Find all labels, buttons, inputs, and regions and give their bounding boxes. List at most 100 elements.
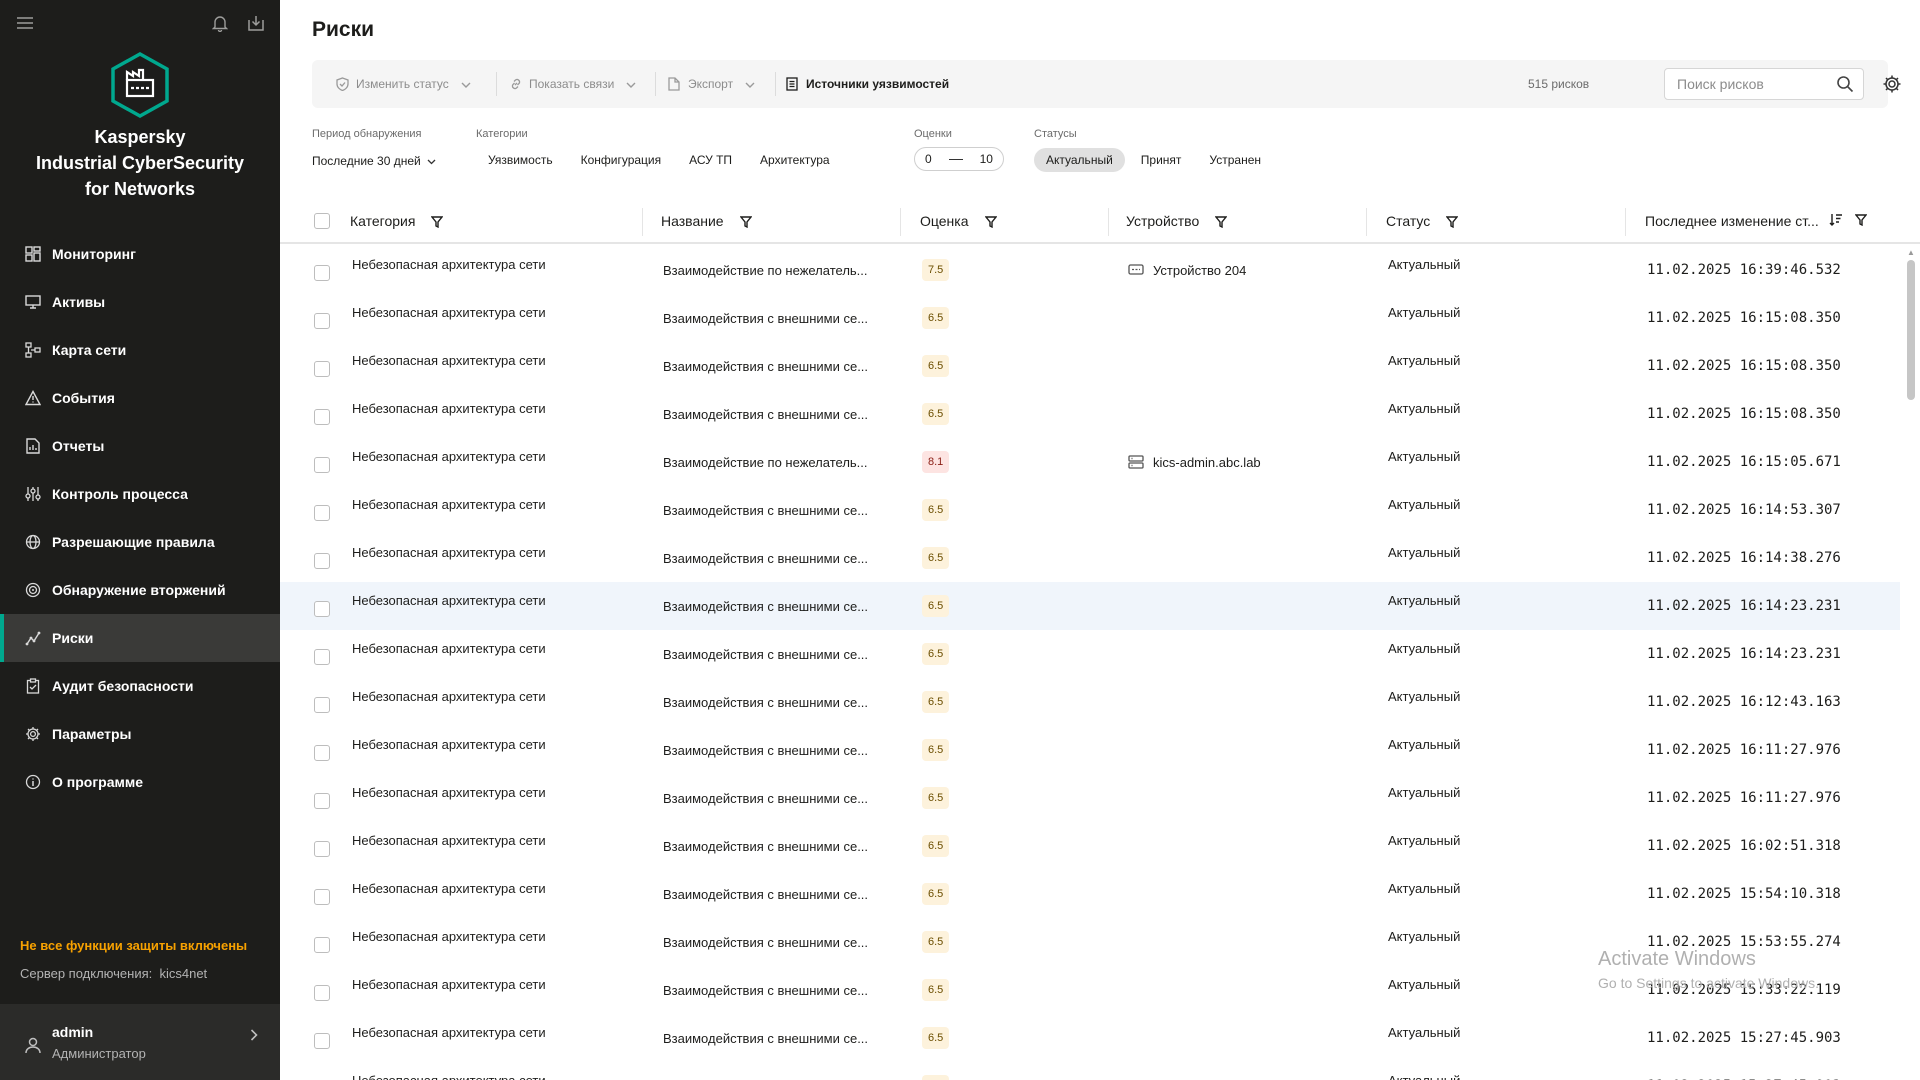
- sidebar-item-clipboard[interactable]: Аудит безопасности: [0, 662, 280, 710]
- category-chip[interactable]: АСУ ТП: [677, 148, 744, 172]
- table-row[interactable]: Небезопасная архитектура сети Взаимодейст…: [280, 438, 1900, 486]
- risk-name[interactable]: Взаимодействия с внешними се...: [663, 678, 868, 726]
- table-row[interactable]: Небезопасная архитектура сети Взаимодейст…: [280, 534, 1900, 582]
- row-checkbox[interactable]: [314, 390, 330, 438]
- show-links-button[interactable]: Показать связи: [509, 60, 636, 108]
- sidebar-item-gear[interactable]: Параметры: [0, 710, 280, 758]
- column-divider[interactable]: [642, 208, 643, 236]
- table-row[interactable]: Небезопасная архитектура сети Взаимодейст…: [280, 1062, 1900, 1080]
- table-row[interactable]: Небезопасная архитектура сети Взаимодейст…: [280, 486, 1900, 534]
- column-category[interactable]: Категория: [350, 210, 444, 232]
- status-chip[interactable]: Актуальный: [1034, 148, 1125, 172]
- export-button[interactable]: Экспорт: [668, 60, 755, 108]
- sidebar-item-report[interactable]: Отчеты: [0, 422, 280, 470]
- column-name[interactable]: Название: [661, 210, 753, 232]
- table-row[interactable]: Небезопасная архитектура сети Взаимодейст…: [280, 870, 1900, 918]
- filter-icon[interactable]: [739, 215, 753, 229]
- column-status[interactable]: Статус: [1386, 210, 1459, 232]
- table-row[interactable]: Небезопасная архитектура сети Взаимодейст…: [280, 918, 1900, 966]
- sidebar-item-info[interactable]: О программе: [0, 758, 280, 806]
- column-divider[interactable]: [1625, 208, 1626, 236]
- category-chip[interactable]: Архитектура: [748, 148, 842, 172]
- filter-icon[interactable]: [430, 215, 444, 229]
- risk-name[interactable]: Взаимодействия с внешними се...: [663, 630, 868, 678]
- row-checkbox[interactable]: [314, 918, 330, 966]
- table-row[interactable]: Небезопасная архитектура сети Взаимодейст…: [280, 246, 1900, 294]
- table-row[interactable]: Небезопасная архитектура сети Взаимодейст…: [280, 390, 1900, 438]
- bell-icon[interactable]: [209, 12, 231, 34]
- table-row[interactable]: Небезопасная архитектура сети Взаимодейст…: [280, 342, 1900, 390]
- risk-name[interactable]: Взаимодействия с внешними се...: [663, 342, 868, 390]
- column-divider[interactable]: [900, 208, 901, 236]
- risk-name[interactable]: Взаимодействия с внешними се...: [663, 294, 868, 342]
- search-icon[interactable]: [1836, 75, 1854, 93]
- table-row[interactable]: Небезопасная архитектура сети Взаимодейст…: [280, 582, 1900, 630]
- row-checkbox[interactable]: [314, 870, 330, 918]
- table-row[interactable]: Небезопасная архитектура сети Взаимодейст…: [280, 966, 1900, 1014]
- chevron-right-icon[interactable]: [250, 1028, 258, 1044]
- risk-name[interactable]: Взаимодействия с внешними се...: [663, 534, 868, 582]
- table-row[interactable]: Небезопасная архитектура сети Взаимодейст…: [280, 678, 1900, 726]
- device-link[interactable]: Устройство 204: [1128, 263, 1246, 278]
- column-last-change[interactable]: Последнее изменение ст...: [1645, 210, 1868, 232]
- risk-name[interactable]: Взаимодействия с внешними се...: [663, 726, 868, 774]
- risk-name[interactable]: Взаимодействие по нежелатель...: [663, 438, 868, 486]
- sort-descending-icon[interactable]: [1829, 213, 1843, 230]
- row-checkbox[interactable]: [314, 774, 330, 822]
- vulnerability-sources-button[interactable]: Источники уязвимостей: [786, 60, 949, 108]
- row-checkbox[interactable]: [314, 246, 330, 294]
- row-checkbox[interactable]: [314, 726, 330, 774]
- sidebar-item-dashboard[interactable]: Мониторинг: [0, 230, 280, 278]
- select-all-checkbox[interactable]: [314, 210, 330, 232]
- sidebar-item-globe[interactable]: Разрешающие правила: [0, 518, 280, 566]
- filter-icon[interactable]: [1214, 215, 1228, 229]
- risk-name[interactable]: Взаимодействия с внешними се...: [663, 870, 868, 918]
- table-row[interactable]: Небезопасная архитектура сети Взаимодейст…: [280, 1014, 1900, 1062]
- user-menu[interactable]: admin Администратор: [0, 1004, 280, 1080]
- column-divider[interactable]: [1108, 208, 1109, 236]
- table-row[interactable]: Небезопасная архитектура сети Взаимодейст…: [280, 726, 1900, 774]
- risk-name[interactable]: Взаимодействия с внешними се...: [663, 486, 868, 534]
- row-checkbox[interactable]: [314, 534, 330, 582]
- gear-icon[interactable]: [1882, 74, 1902, 94]
- change-status-button[interactable]: Изменить статус: [336, 60, 471, 108]
- filter-icon[interactable]: [1854, 213, 1868, 229]
- risk-name[interactable]: Взаимодействия с внешними се...: [663, 390, 868, 438]
- risk-name[interactable]: Взаимодействия с внешними се...: [663, 774, 868, 822]
- risk-name[interactable]: Взаимодействие по нежелатель...: [663, 246, 868, 294]
- search-input[interactable]: [1665, 69, 1825, 99]
- column-score[interactable]: Оценка: [920, 210, 997, 232]
- scrollbar[interactable]: ▲: [1904, 246, 1918, 1080]
- risk-name[interactable]: Взаимодействия с внешними се...: [663, 582, 868, 630]
- table-row[interactable]: Небезопасная архитектура сети Взаимодейст…: [280, 774, 1900, 822]
- score-range[interactable]: 0 10: [914, 147, 1004, 171]
- scrollbar-thumb[interactable]: [1907, 260, 1915, 400]
- table-row[interactable]: Небезопасная архитектура сети Взаимодейст…: [280, 630, 1900, 678]
- row-checkbox[interactable]: [314, 582, 330, 630]
- sidebar-item-warning[interactable]: События: [0, 374, 280, 422]
- row-checkbox[interactable]: [314, 1062, 330, 1080]
- risk-name[interactable]: Взаимодействия с внешними се...: [663, 918, 868, 966]
- row-checkbox[interactable]: [314, 630, 330, 678]
- period-select[interactable]: Последние 30 дней: [312, 154, 436, 168]
- status-chip[interactable]: Принят: [1129, 148, 1194, 172]
- sidebar-item-risks[interactable]: Риски: [0, 614, 280, 662]
- status-chip[interactable]: Устранен: [1197, 148, 1273, 172]
- scroll-up-icon[interactable]: ▲: [1907, 248, 1915, 257]
- device-link[interactable]: kics-admin.abc.lab: [1128, 455, 1261, 470]
- row-checkbox[interactable]: [314, 438, 330, 486]
- column-device[interactable]: Устройство: [1126, 210, 1228, 232]
- protection-warning[interactable]: Не все функции защиты включены: [20, 938, 247, 953]
- row-checkbox[interactable]: [314, 678, 330, 726]
- sidebar-item-assets[interactable]: Активы: [0, 278, 280, 326]
- row-checkbox[interactable]: [314, 966, 330, 1014]
- table-row[interactable]: Небезопасная архитектура сети Взаимодейст…: [280, 822, 1900, 870]
- category-chip[interactable]: Уязвимость: [476, 148, 565, 172]
- row-checkbox[interactable]: [314, 822, 330, 870]
- row-checkbox[interactable]: [314, 342, 330, 390]
- category-chip[interactable]: Конфигурация: [569, 148, 674, 172]
- row-checkbox[interactable]: [314, 486, 330, 534]
- risk-name[interactable]: Взаимодействия с внешними се...: [663, 966, 868, 1014]
- filter-icon[interactable]: [984, 215, 997, 229]
- row-checkbox[interactable]: [314, 1014, 330, 1062]
